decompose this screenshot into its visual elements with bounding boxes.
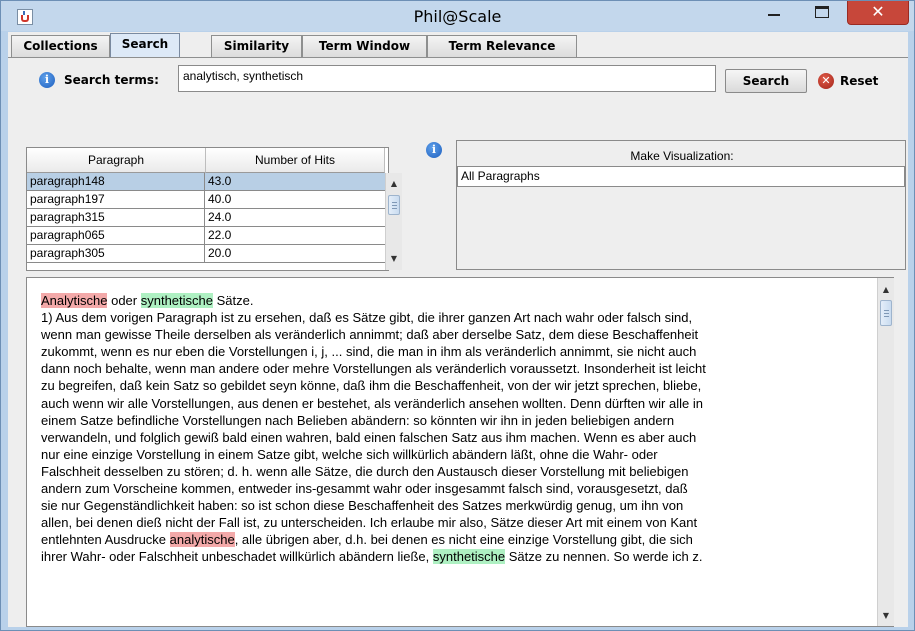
minimize-button[interactable] [759, 1, 789, 23]
tab-term-window[interactable]: Term Window [302, 35, 427, 57]
main-panel: Collections Search Similarity Term Windo… [8, 32, 908, 627]
text-line: ihrer Wahr- oder Falschheit unbeschadet … [41, 548, 879, 565]
scroll-thumb[interactable] [880, 300, 892, 326]
text-line: andern zum Vorscheine kommen, entweder i… [41, 481, 688, 497]
table-row[interactable]: paragraph065 22.0 [27, 227, 385, 245]
text-line: auch wenn wir alle Vorstellungen, aus de… [41, 395, 703, 411]
close-button[interactable]: ✕ [847, 1, 909, 25]
info-icon[interactable]: i [39, 72, 55, 88]
text-line: verwandeln, und folglich gewiß bald eine… [41, 429, 697, 445]
tab-collections[interactable]: Collections [11, 35, 110, 57]
scroll-thumb[interactable] [388, 195, 400, 215]
text-line: wenn man gewisse Theile derselben als ve… [41, 327, 699, 343]
visualization-title: Make Visualization: [630, 149, 734, 163]
visualization-panel: Make Visualization: All Paragraphs [456, 140, 906, 270]
maximize-icon [815, 6, 829, 18]
hits-cell: 22.0 [208, 228, 232, 242]
text-heading: Analytische oder synthetische Sätze. [41, 292, 879, 309]
hits-cell: 40.0 [208, 192, 232, 206]
text-line: zukommt, wenn es nur eben die Vorstellun… [41, 344, 697, 360]
text-line: 1) Aus dem vorigen Paragraph ist zu erse… [41, 310, 693, 326]
text-scrollbar[interactable]: ▲ ▼ [877, 278, 894, 626]
maximize-button[interactable] [801, 1, 841, 23]
text-fragment: Sätze zu nennen. So werde ich z. [505, 549, 703, 565]
hits-cell: 24.0 [208, 210, 232, 224]
table-row[interactable]: paragraph315 24.0 [27, 209, 385, 227]
text-line: entlehnten Ausdrucke analytische, alle ü… [41, 531, 879, 548]
text-fragment: entlehnten Ausdrucke [41, 532, 170, 548]
text-line: Falschheit desselben zu stören; d. h. we… [41, 463, 689, 479]
app-window: Phil@Scale ✕ Collections Search Similari… [0, 0, 915, 631]
tab-similarity[interactable]: Similarity [211, 35, 302, 57]
paragraph-cell: paragraph305 [27, 245, 205, 262]
search-bar: i Search terms: analytisch, synthetisch … [8, 58, 908, 98]
visualization-list-item[interactable]: All Paragraphs [457, 166, 905, 187]
hits-cell: 43.0 [208, 174, 232, 188]
reset-label: Reset [840, 74, 879, 88]
highlight-analytic: Analytische [41, 293, 108, 308]
text-line: sie nur Gegenständlichkeit haben: so ist… [41, 498, 684, 514]
table-scrollbar[interactable]: ▲ ▼ [385, 173, 402, 270]
tab-search[interactable]: Search [110, 33, 180, 58]
scroll-up-icon[interactable]: ▲ [878, 282, 894, 298]
text-line: einem Satze befindliche Vorstellungen na… [41, 412, 675, 428]
tab-term-relevance[interactable]: Term Relevance [427, 35, 577, 57]
scroll-down-icon[interactable]: ▼ [878, 608, 894, 624]
title-bar[interactable]: Phil@Scale ✕ [1, 1, 914, 31]
hits-cell: 20.0 [208, 246, 232, 260]
table-row[interactable]: paragraph197 40.0 [27, 191, 385, 209]
scroll-down-icon[interactable]: ▼ [386, 251, 402, 267]
reset-icon: ✕ [818, 73, 834, 89]
paragraph-text: Analytische oder synthetische Sätze. 1) … [41, 292, 879, 566]
text-line: zu begreifen, daß kein Satz so gebildet … [41, 378, 702, 394]
highlight-synthetic: synthetische [432, 549, 506, 565]
highlight-synthetic: synthetische [140, 293, 213, 308]
paragraph-cell: paragraph315 [27, 209, 205, 226]
visualization-info-icon[interactable]: i [426, 142, 442, 158]
text-line: dann noch behalte, wenn man andere oder … [41, 361, 706, 377]
paragraph-cell: paragraph065 [27, 227, 205, 244]
text-fragment: , alle übrigen aber, d.h. bei denen es n… [234, 532, 693, 548]
table-row[interactable]: paragraph305 20.0 [27, 245, 385, 263]
highlight-analytic: analytische [169, 532, 235, 548]
paragraph-cell: paragraph197 [27, 191, 205, 208]
search-input[interactable]: analytisch, synthetisch [178, 65, 716, 92]
results-table: Paragraph Number of Hits paragraph148 43… [26, 147, 402, 271]
heading-connector: oder [107, 293, 141, 308]
heading-rest: Sätze. [213, 293, 254, 308]
column-header-paragraph[interactable]: Paragraph [27, 148, 206, 173]
text-line: nur eine einzige Vorstellung in einem Sa… [41, 446, 658, 462]
table-row[interactable]: paragraph148 43.0 [27, 173, 385, 191]
scroll-up-icon[interactable]: ▲ [386, 176, 402, 192]
search-terms-label: Search terms: [64, 73, 159, 87]
minimize-icon [768, 14, 780, 16]
text-line: allen, bei denen dieß nicht der Fall ist… [41, 515, 698, 531]
tab-bar: Collections Search Similarity Term Windo… [8, 32, 908, 58]
reset-button[interactable]: ✕ Reset [818, 69, 908, 93]
paragraph-text-area[interactable]: Analytische oder synthetische Sätze. 1) … [26, 277, 894, 627]
column-header-hits[interactable]: Number of Hits [206, 148, 385, 173]
close-icon: ✕ [871, 2, 885, 21]
text-fragment: ihrer Wahr- oder Falschheit unbeschadet … [41, 549, 433, 565]
search-button[interactable]: Search [725, 69, 807, 93]
paragraph-cell: paragraph148 [27, 173, 205, 190]
